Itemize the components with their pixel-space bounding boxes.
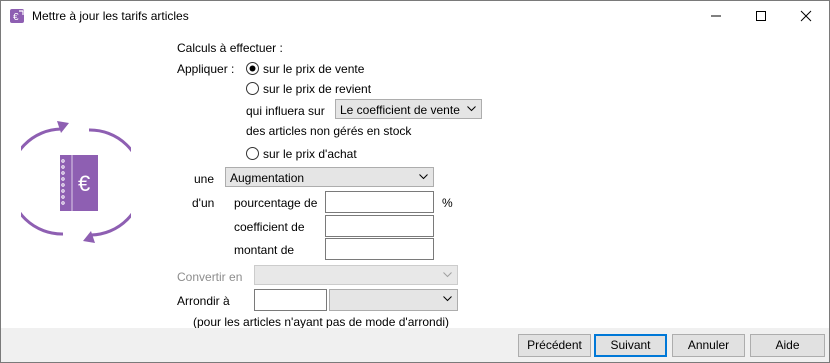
radio-prix-vente-label[interactable]: sur le prix de vente [263,62,364,76]
minimize-icon [710,15,721,17]
annuler-button[interactable]: Annuler [672,334,745,357]
euro-price-update-icon: € [21,121,131,243]
influera-select-value: Le coefficient de vente [340,103,460,117]
percent-symbol: % [442,196,453,210]
arrondir-mode-select[interactable] [329,289,458,311]
radio-prix-achat-label[interactable]: sur le prix d'achat [263,147,357,161]
pourcentage-input[interactable] [325,191,434,213]
button-bar: Précédent Suivant Annuler Aide [1,328,829,362]
calculs-label: Calculs à effectuer : [177,41,283,55]
arrondir-label: Arrondir à [177,294,230,308]
chevron-down-icon [443,296,452,302]
qui-influera-label: qui influera sur [246,104,325,118]
dialog-window: € Mettre à jour les tarifs articles € Ca… [0,0,830,363]
chevron-down-icon [467,106,476,112]
radio-prix-achat[interactable] [246,147,259,160]
svg-text:€: € [78,171,90,196]
type-select[interactable]: Augmentation [225,167,434,187]
suivant-button[interactable]: Suivant [594,334,667,357]
coefficient-input[interactable] [325,215,434,237]
dun-label: d'un [192,196,215,210]
window-title: Mettre à jour les tarifs articles [32,9,189,23]
maximize-button[interactable] [738,1,783,31]
radio-prix-revient[interactable] [246,82,259,95]
maximize-icon [755,11,766,21]
montant-label: montant de [234,243,295,257]
radio-prix-vente[interactable] [246,62,259,75]
pourcentage-label: pourcentage de [234,196,318,210]
convertir-label: Convertir en [177,270,243,284]
aide-button[interactable]: Aide [750,334,825,357]
radio-prix-revient-label[interactable]: sur le prix de revient [263,82,371,96]
chevron-down-icon [419,174,428,180]
appliquer-label: Appliquer : [177,62,235,76]
type-select-value: Augmentation [230,171,305,185]
app-icon: € [10,9,24,23]
close-icon [800,10,811,22]
montant-input[interactable] [325,238,434,260]
title-bar: € Mettre à jour les tarifs articles [1,1,829,31]
influera-select[interactable]: Le coefficient de vente [335,99,482,119]
close-button[interactable] [783,1,828,31]
coefficient-label: coefficient de [234,220,305,234]
non-geres-label: des articles non gérés en stock [246,124,412,138]
dialog-content: € Calculs à effectuer : Appliquer : sur … [1,31,829,329]
arrondi-note: (pour les articles n'ayant pas de mode d… [193,315,450,329]
minimize-button[interactable] [693,1,738,31]
svg-text:€: € [13,12,19,23]
convertir-select[interactable] [254,265,458,285]
arrondir-input[interactable] [254,289,327,311]
une-label: une [194,172,215,186]
precedent-button[interactable]: Précédent [518,334,591,357]
chevron-down-icon [443,272,452,278]
